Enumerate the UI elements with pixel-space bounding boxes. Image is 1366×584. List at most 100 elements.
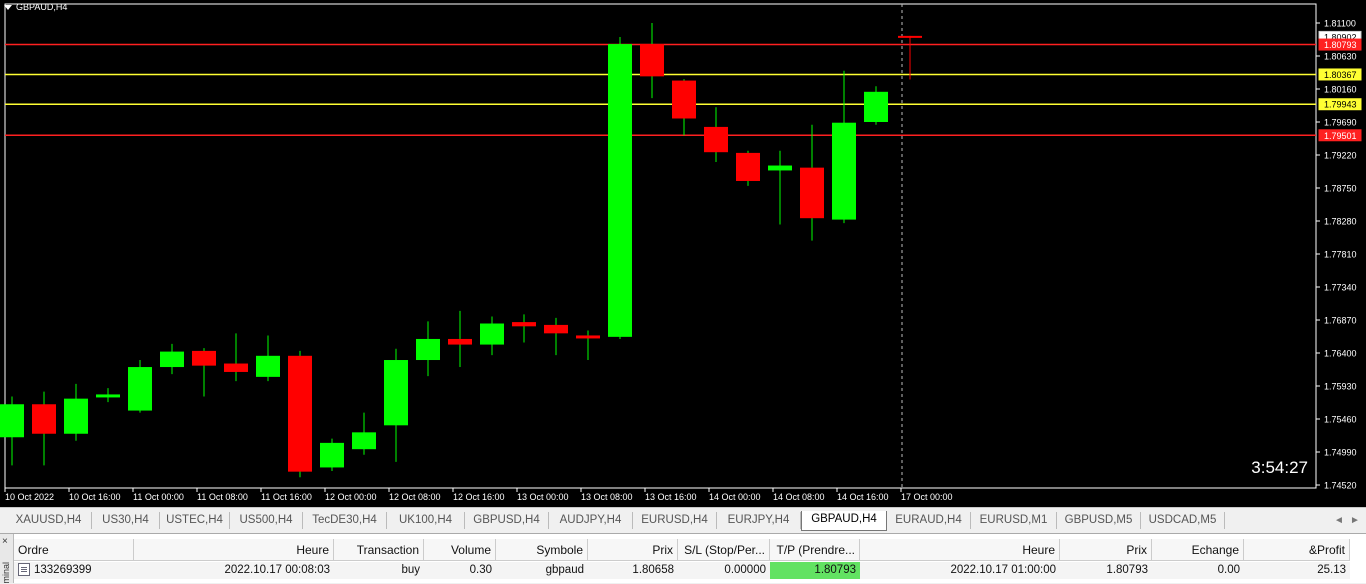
price-axis-label: 1.78750 — [1324, 184, 1357, 194]
time-axis-label: 13 Oct 08:00 — [581, 492, 633, 502]
tab-scroll-right-icon[interactable]: ► — [1350, 515, 1360, 526]
level-price-label: 1.80793 — [1324, 40, 1357, 50]
candle-body — [0, 404, 24, 438]
trade-row-cell[interactable]: 133269399 — [14, 562, 134, 579]
time-axis-label: 13 Oct 00:00 — [517, 492, 569, 502]
dropdown-triangle-icon[interactable] — [4, 4, 12, 10]
close-icon[interactable]: × — [2, 536, 8, 547]
time-axis-label: 14 Oct 08:00 — [773, 492, 825, 502]
column-header[interactable]: S/L (Stop/Per... — [678, 539, 770, 561]
candle-body — [416, 338, 440, 361]
candle-body — [128, 367, 152, 411]
column-header[interactable]: Transaction — [334, 539, 424, 561]
candle-body — [512, 322, 536, 327]
candle-body — [160, 351, 184, 368]
candle-body — [448, 338, 472, 345]
candle-body — [640, 44, 664, 77]
chart-tab[interactable]: GBPUSD,H4 — [465, 512, 549, 529]
time-axis-label: 11 Oct 00:00 — [133, 492, 184, 502]
trade-row-cell[interactable]: 1.80793 — [1060, 562, 1152, 579]
time-axis-label: 14 Oct 00:00 — [709, 492, 761, 502]
terminal-panel: × minal Ordre Heure Transaction Volume Symbo… — [0, 533, 1366, 584]
candle-body — [832, 122, 856, 220]
column-header[interactable]: Heure — [134, 539, 334, 561]
chart-tab[interactable]: USTEC,H4 — [160, 512, 230, 529]
order-number: 133269399 — [34, 564, 92, 576]
level-price-label: 1.80367 — [1324, 70, 1357, 80]
price-axis-label: 1.75930 — [1324, 382, 1357, 392]
chart-tab[interactable]: AUDJPY,H4 — [549, 512, 633, 529]
trade-row-cell[interactable]: 0.30 — [424, 562, 496, 579]
column-header[interactable]: T/P (Prendre... — [770, 539, 860, 561]
price-axis-label: 1.79690 — [1324, 118, 1357, 128]
level-price-label: 1.79501 — [1324, 131, 1357, 141]
column-header[interactable]: Prix — [1060, 539, 1152, 561]
candle-body — [192, 350, 216, 366]
trade-row-cell[interactable]: 0.00000 — [678, 562, 770, 579]
chart-tab[interactable]: EURUSD,M1 — [971, 512, 1057, 529]
price-axis-label: 1.81100 — [1324, 19, 1356, 29]
candlestick-svg[interactable]: 1.81100 1.80630 1.80160 1.79690 1.79220 1.787… — [0, 0, 1366, 507]
time-axis-label: 12 Oct 16:00 — [453, 492, 505, 502]
plot-frame — [4, 3, 1317, 489]
candle-body — [800, 167, 824, 219]
candle-body — [320, 442, 344, 468]
column-header[interactable]: Prix — [588, 539, 678, 561]
candle-countdown: 3:54:27 — [1251, 458, 1308, 477]
chart-tab[interactable]: GBPUSD,M5 — [1057, 512, 1141, 529]
chart-tab[interactable]: EURUSD,H4 — [633, 512, 717, 529]
candle-body — [64, 398, 88, 434]
time-axis-label: 11 Oct 08:00 — [197, 492, 248, 502]
price-axis-label: 1.80160 — [1324, 85, 1357, 95]
trade-row-cell[interactable]: buy — [334, 562, 424, 579]
trade-row-cell[interactable]: 1.80793 — [770, 562, 860, 579]
price-axis-label: 1.76870 — [1324, 316, 1357, 326]
column-header[interactable]: Heure — [860, 539, 1060, 561]
column-header[interactable]: Echange — [1152, 539, 1244, 561]
candle-body — [288, 355, 312, 472]
chart-tabs-bar: XAUUSD,H4 US30,H4 USTEC,H4 US500,H4 TecDE30,… — [0, 507, 1366, 534]
time-axis-label: 11 Oct 16:00 — [261, 492, 312, 502]
time-axis-label: 12 Oct 08:00 — [389, 492, 441, 502]
candle-body — [704, 126, 728, 153]
price-axis-label: 1.77340 — [1324, 283, 1357, 293]
candle-body — [384, 360, 408, 426]
price-axis-label: 1.74520 — [1324, 481, 1357, 491]
chart-tab[interactable]: GBPAUD,H4 — [801, 511, 887, 531]
chart-tab[interactable]: US500,H4 — [230, 512, 303, 529]
candle-body — [608, 44, 632, 337]
candle-body — [864, 91, 888, 122]
chart-tab[interactable]: EURAUD,H4 — [887, 512, 971, 529]
terminal-vertical-label: minal — [1, 562, 11, 584]
trade-row-cell[interactable]: 0.00 — [1152, 562, 1244, 579]
symbol-label-text: GBPAUD,H4 — [16, 2, 68, 12]
time-axis-label: 13 Oct 16:00 — [645, 492, 697, 502]
chart-tab[interactable]: USDCAD,M5 — [1141, 512, 1225, 529]
candle-body — [672, 80, 696, 119]
column-header[interactable]: Symbole — [496, 539, 588, 561]
trade-row-cell[interactable]: 2022.10.17 00:08:03 — [134, 562, 334, 579]
column-header[interactable]: &Profit — [1244, 539, 1350, 561]
candle-body — [96, 394, 120, 398]
trade-row-cell[interactable]: 1.80658 — [588, 562, 678, 579]
tab-scroll-left-icon[interactable]: ◄ — [1334, 515, 1344, 526]
price-chart[interactable]: 1.81100 1.80630 1.80160 1.79690 1.79220 1.787… — [0, 0, 1366, 507]
price-axis-label: 1.80630 — [1324, 52, 1357, 62]
chart-tab[interactable]: EURJPY,H4 — [717, 512, 801, 529]
time-axis-label: 17 Oct 00:00 — [901, 492, 953, 502]
chart-tab[interactable]: US30,H4 — [92, 512, 160, 529]
price-axis-label: 1.74990 — [1324, 448, 1357, 458]
price-axis-label: 1.76400 — [1324, 349, 1357, 359]
chart-tab[interactable]: XAUUSD,H4 — [6, 512, 92, 529]
trade-row-cell[interactable]: 25.13 — [1244, 562, 1350, 579]
column-header[interactable]: Ordre — [14, 539, 134, 561]
column-header[interactable]: Volume — [424, 539, 496, 561]
chart-tab[interactable]: UK100,H4 — [387, 512, 465, 529]
order-document-icon — [18, 563, 30, 577]
candle-body — [736, 152, 760, 181]
trade-row-cell[interactable]: 2022.10.17 01:00:00 — [860, 562, 1060, 579]
terminal-sidebar: × minal — [0, 534, 14, 584]
chart-tab[interactable]: TecDE30,H4 — [303, 512, 387, 529]
candle-body — [352, 432, 376, 450]
trade-row-cell[interactable]: gbpaud — [496, 562, 588, 579]
